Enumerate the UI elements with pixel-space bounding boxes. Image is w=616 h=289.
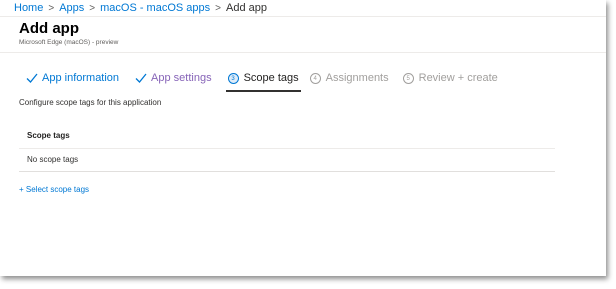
breadcrumb-separator-icon: > (48, 3, 55, 14)
step-number-badge: 3 (227, 72, 239, 84)
page-title: Add app (19, 20, 79, 37)
tab-review-create[interactable]: 5 Review + create (402, 67, 498, 89)
breadcrumb-divider (0, 16, 606, 17)
tab-app-settings[interactable]: App settings (135, 67, 212, 89)
breadcrumb-separator-icon: > (89, 3, 96, 14)
table-header-scope-tags: Scope tags (19, 124, 555, 149)
step-number-badge: 4 (309, 72, 321, 84)
check-icon (26, 73, 38, 83)
tab-label: Review + create (418, 72, 498, 84)
tab-assignments[interactable]: 4 Assignments (309, 67, 389, 89)
wizard-steps: App information App settings 3 Scope tag… (26, 66, 498, 92)
select-scope-tags-link[interactable]: + Select scope tags (19, 185, 89, 194)
scope-tags-table: Scope tags No scope tags (19, 124, 555, 172)
breadcrumb-add-app: Add app (226, 2, 267, 14)
tab-label: App information (42, 72, 120, 84)
breadcrumb-macos-apps[interactable]: macOS - macOS apps (100, 2, 210, 14)
check-icon (135, 73, 147, 83)
table-row: No scope tags (19, 149, 555, 172)
tab-scope-tags[interactable]: 3 Scope tags (225, 67, 301, 92)
tab-app-information[interactable]: App information (26, 67, 119, 89)
breadcrumb-separator-icon: > (215, 3, 221, 14)
page-subtitle: Microsoft Edge (macOS) - preview (19, 39, 119, 46)
scope-tags-description: Configure scope tags for this applicatio… (19, 98, 162, 107)
breadcrumb: Home > Apps > macOS - macOS apps > Add app (14, 0, 267, 16)
breadcrumb-apps[interactable]: Apps (59, 2, 84, 14)
tab-label: Scope tags (243, 72, 299, 84)
app-window: Home > Apps > macOS - macOS apps > Add app Add… (0, 0, 606, 276)
tab-label: Assignments (325, 72, 389, 84)
step-number-badge: 5 (402, 72, 414, 84)
breadcrumb-home[interactable]: Home (14, 2, 43, 14)
header-divider (0, 52, 606, 53)
tab-label: App settings (151, 72, 212, 84)
